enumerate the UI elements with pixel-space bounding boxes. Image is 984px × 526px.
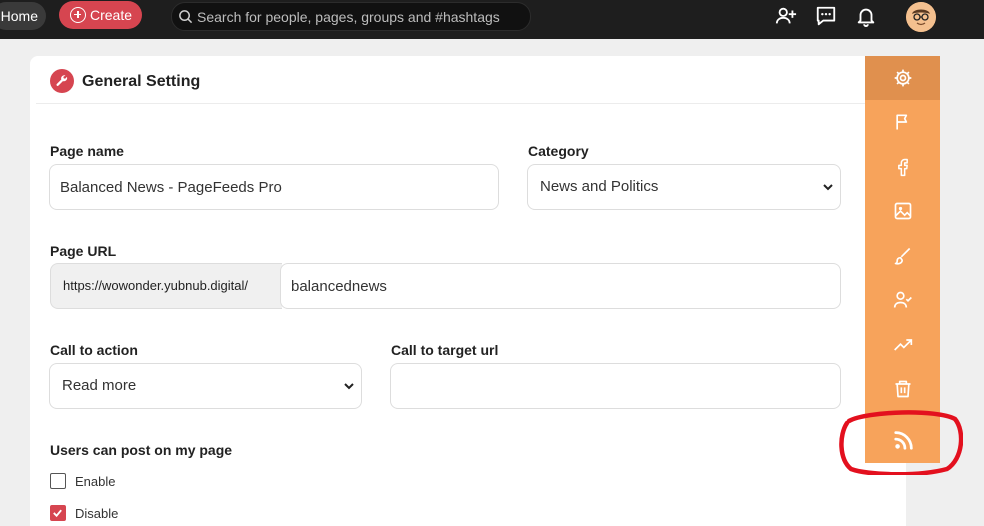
flag-icon xyxy=(896,114,908,130)
image-icon xyxy=(894,202,912,220)
rail-item-analytics[interactable] xyxy=(865,323,940,367)
chevron-down-icon xyxy=(823,184,833,191)
call-to-target-url-label: Call to target url xyxy=(391,342,499,358)
page-url-prefix: https://wowonder.yubnub.digital/ xyxy=(50,263,282,309)
enable-checkbox[interactable] xyxy=(50,473,66,489)
users-can-post-label: Users can post on my page xyxy=(50,442,233,458)
rail-item-general[interactable] xyxy=(865,56,940,100)
search-bar[interactable] xyxy=(171,2,531,31)
disable-option-label: Disable xyxy=(75,506,119,521)
avatar-face-icon xyxy=(906,2,936,32)
general-setting-card: General Setting Page name Category News … xyxy=(30,56,906,526)
notifications-bell-icon[interactable] xyxy=(855,5,877,27)
call-to-action-label: Call to action xyxy=(50,342,138,358)
disable-checkbox[interactable] xyxy=(50,505,66,521)
page-name-input[interactable] xyxy=(49,164,499,210)
search-input[interactable] xyxy=(197,7,517,27)
card-title: General Setting xyxy=(82,73,201,90)
rss-feed-icon xyxy=(894,431,913,450)
create-button[interactable]: Create xyxy=(59,1,142,29)
rail-item-social-links[interactable] xyxy=(865,145,940,189)
facebook-icon xyxy=(898,158,908,177)
category-label: Category xyxy=(528,143,589,159)
rail-item-design[interactable] xyxy=(865,234,940,278)
gear-icon xyxy=(894,69,912,87)
rail-item-avatar-cover[interactable] xyxy=(865,189,940,233)
enable-option-label: Enable xyxy=(75,474,116,489)
card-header: General Setting xyxy=(36,56,866,104)
rail-item-admins[interactable] xyxy=(865,278,940,322)
category-selected-value: News and Politics xyxy=(540,178,659,195)
wrench-icon xyxy=(50,69,74,93)
trending-icon xyxy=(894,339,913,351)
home-button[interactable]: Home xyxy=(0,2,46,30)
plus-circle-icon xyxy=(70,7,86,23)
add-user-icon[interactable] xyxy=(775,5,797,27)
call-to-target-url-input[interactable] xyxy=(390,363,841,409)
trash-icon xyxy=(895,380,911,398)
checkmark-icon xyxy=(53,509,62,518)
page-url-input[interactable] xyxy=(280,263,841,309)
user-check-icon xyxy=(893,291,912,308)
chevron-down-icon xyxy=(344,383,354,390)
search-icon xyxy=(179,10,193,24)
avatar[interactable] xyxy=(906,2,936,32)
call-to-action-selected-value: Read more xyxy=(62,377,137,394)
settings-side-rail xyxy=(865,56,940,463)
page-name-label: Page name xyxy=(50,143,124,159)
top-navigation-bar: Home Create xyxy=(0,0,984,39)
create-label: Create xyxy=(90,7,133,23)
rail-item-page-info[interactable] xyxy=(865,100,940,144)
call-to-action-select[interactable]: Read more xyxy=(49,363,362,409)
category-select[interactable]: News and Politics xyxy=(527,164,841,210)
page-url-label: Page URL xyxy=(50,243,117,259)
brush-icon xyxy=(894,247,911,265)
rail-item-rss-feeds[interactable] xyxy=(865,417,940,461)
messages-icon[interactable] xyxy=(815,5,837,27)
rail-item-delete[interactable] xyxy=(865,367,940,411)
